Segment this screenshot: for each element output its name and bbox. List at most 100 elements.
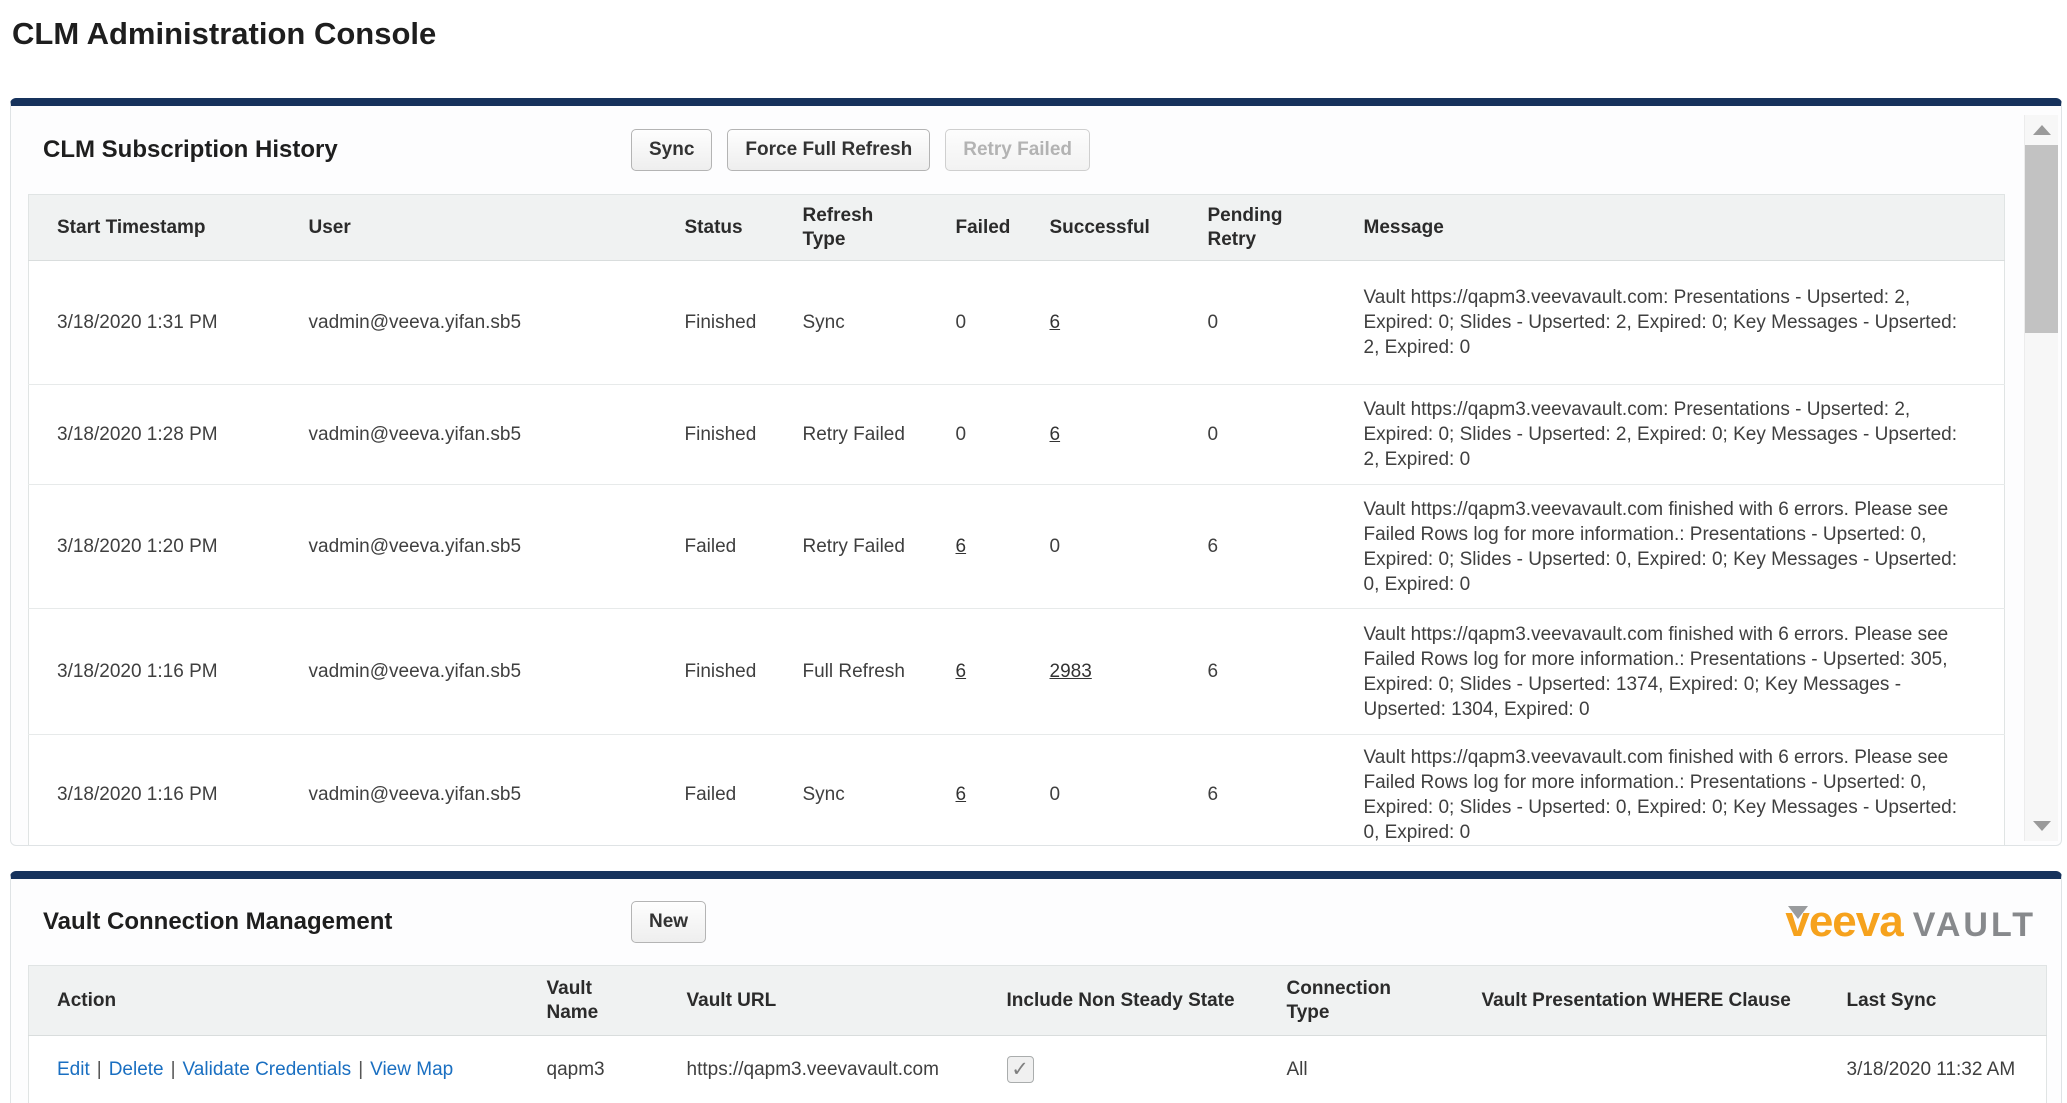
subscription-history-table-wrap: Start Timestamp User Status Refresh Type… (28, 194, 2044, 846)
cell-start-timestamp: 3/18/2020 1:28 PM (29, 385, 281, 485)
retry-failed-button: Retry Failed (945, 129, 1090, 171)
subscription-panel-header: CLM Subscription History Sync Force Full… (11, 106, 2061, 194)
page-title: CLM Administration Console (12, 16, 2067, 52)
cell-successful: 6 (1022, 261, 1180, 385)
cell-refresh-type: Retry Failed (775, 485, 928, 609)
pending-retry-count: 6 (1208, 784, 1219, 805)
scroll-down-icon[interactable] (2025, 811, 2058, 841)
cell-message: Vault https://qapm3.veevavault.com finis… (1336, 735, 2005, 847)
cell-successful: 6 (1022, 385, 1180, 485)
cell-include-non-steady-state: ✓ (979, 1036, 1259, 1103)
cell-user: vadmin@veeva.yifan.sb5 (281, 735, 657, 847)
view-map-link[interactable]: View Map (370, 1059, 453, 1080)
col-header-vault-url: Vault URL (659, 966, 979, 1036)
cell-status: Finished (657, 261, 775, 385)
link-separator: | (358, 1059, 363, 1080)
successful-count-link[interactable]: 2983 (1050, 661, 1092, 682)
delete-link[interactable]: Delete (109, 1059, 164, 1080)
vault-connection-management-panel: Vault Connection Management New veeva VA… (10, 871, 2062, 1103)
edit-link[interactable]: Edit (57, 1059, 90, 1080)
subscription-action-buttons: Sync Force Full Refresh Retry Failed (631, 129, 1090, 171)
successful-count: 0 (1050, 536, 1061, 557)
col-header-connection-type: Connection Type (1259, 966, 1454, 1036)
cell-failed: 0 (928, 385, 1022, 485)
col-header-include-non-steady-state: Include Non Steady State (979, 966, 1259, 1036)
cell-user: vadmin@veeva.yifan.sb5 (281, 609, 657, 735)
cell-successful: 2983 (1022, 609, 1180, 735)
cell-status: Finished (657, 609, 775, 735)
cell-refresh-type: Sync (775, 261, 928, 385)
pending-retry-count: 6 (1208, 536, 1219, 557)
col-header-start-timestamp: Start Timestamp (29, 195, 281, 261)
cell-failed: 6 (928, 485, 1022, 609)
scrollbar-thumb[interactable] (2025, 145, 2058, 333)
new-button[interactable]: New (631, 901, 706, 943)
col-header-status: Status (657, 195, 775, 261)
cell-failed: 0 (928, 261, 1022, 385)
scrollbar[interactable] (2024, 115, 2058, 841)
veeva-text: veeva (1785, 897, 1902, 946)
pending-retry-count: 6 (1208, 661, 1219, 682)
cell-status: Failed (657, 485, 775, 609)
table-row: 3/18/2020 1:31 PM vadmin@veeva.yifan.sb5… (29, 261, 2005, 385)
cell-vault-name: qapm3 (519, 1036, 659, 1103)
vault-action-buttons: New (631, 901, 706, 943)
table-row: 3/18/2020 1:16 PM vadmin@veeva.yifan.sb5… (29, 609, 2005, 735)
failed-count-link[interactable]: 6 (956, 536, 967, 557)
veeva-vault-logo: veeva VAULT (1785, 897, 2044, 947)
cell-successful: 0 (1022, 735, 1180, 847)
validate-credentials-link[interactable]: Validate Credentials (183, 1059, 352, 1080)
cell-pending-retry: 0 (1180, 261, 1336, 385)
cell-last-sync: 3/18/2020 11:32 AM (1819, 1036, 2047, 1103)
cell-refresh-type: Full Refresh (775, 609, 928, 735)
veeva-triangle-icon (1788, 906, 1808, 919)
table-row: 3/18/2020 1:20 PM vadmin@veeva.yifan.sb5… (29, 485, 2005, 609)
force-full-refresh-button[interactable]: Force Full Refresh (727, 129, 930, 171)
col-header-successful: Successful (1022, 195, 1180, 261)
cell-failed: 6 (928, 609, 1022, 735)
col-header-refresh-type: Refresh Type (775, 195, 928, 261)
subscription-panel-title: CLM Subscription History (43, 136, 631, 164)
cell-status: Finished (657, 385, 775, 485)
failed-count-link[interactable]: 6 (956, 661, 967, 682)
cell-pending-retry: 6 (1180, 735, 1336, 847)
vault-panel-title: Vault Connection Management (43, 908, 631, 936)
vault-panel-header: Vault Connection Management New veeva VA… (11, 879, 2061, 965)
veeva-wordmark: veeva (1785, 897, 1902, 947)
failed-count-link[interactable]: 6 (956, 784, 967, 805)
cell-user: vadmin@veeva.yifan.sb5 (281, 385, 657, 485)
cell-pending-retry: 6 (1180, 609, 1336, 735)
cell-refresh-type: Retry Failed (775, 385, 928, 485)
cell-start-timestamp: 3/18/2020 1:31 PM (29, 261, 281, 385)
cell-refresh-type: Sync (775, 735, 928, 847)
cell-vault-url: https://qapm3.veevavault.com (659, 1036, 979, 1103)
pending-retry-count: 0 (1208, 312, 1219, 333)
cell-pending-retry: 6 (1180, 485, 1336, 609)
successful-count: 0 (1050, 784, 1061, 805)
vault-table-header-row: Action Vault Name Vault URL Include Non … (29, 966, 2047, 1036)
cell-where-clause (1454, 1036, 1819, 1103)
subscription-table-header-row: Start Timestamp User Status Refresh Type… (29, 195, 2005, 261)
clm-subscription-history-panel: CLM Subscription History Sync Force Full… (10, 98, 2062, 846)
vault-text: VAULT (1913, 906, 2036, 945)
vault-connection-table-wrap: Action Vault Name Vault URL Include Non … (28, 965, 2044, 1103)
cell-message: Vault https://qapm3.veevavault.com finis… (1336, 609, 2005, 735)
subscription-history-table: Start Timestamp User Status Refresh Type… (28, 194, 2005, 846)
cell-message: Vault https://qapm3.veevavault.com finis… (1336, 485, 2005, 609)
cell-start-timestamp: 3/18/2020 1:20 PM (29, 485, 281, 609)
successful-count-link[interactable]: 6 (1050, 424, 1061, 445)
scroll-up-icon[interactable] (2025, 115, 2058, 145)
link-separator: | (97, 1059, 102, 1080)
col-header-where-clause: Vault Presentation WHERE Clause (1454, 966, 1819, 1036)
failed-count: 0 (956, 424, 967, 445)
include-non-steady-state-checkbox: ✓ (1007, 1056, 1034, 1083)
pending-retry-count: 0 (1208, 424, 1219, 445)
sync-button[interactable]: Sync (631, 129, 712, 171)
successful-count-link[interactable]: 6 (1050, 312, 1061, 333)
table-row: 3/18/2020 1:16 PM vadmin@veeva.yifan.sb5… (29, 735, 2005, 847)
col-header-action: Action (29, 966, 519, 1036)
table-row: 3/18/2020 1:28 PM vadmin@veeva.yifan.sb5… (29, 385, 2005, 485)
cell-successful: 0 (1022, 485, 1180, 609)
cell-start-timestamp: 3/18/2020 1:16 PM (29, 735, 281, 847)
col-header-vault-name: Vault Name (519, 966, 659, 1036)
